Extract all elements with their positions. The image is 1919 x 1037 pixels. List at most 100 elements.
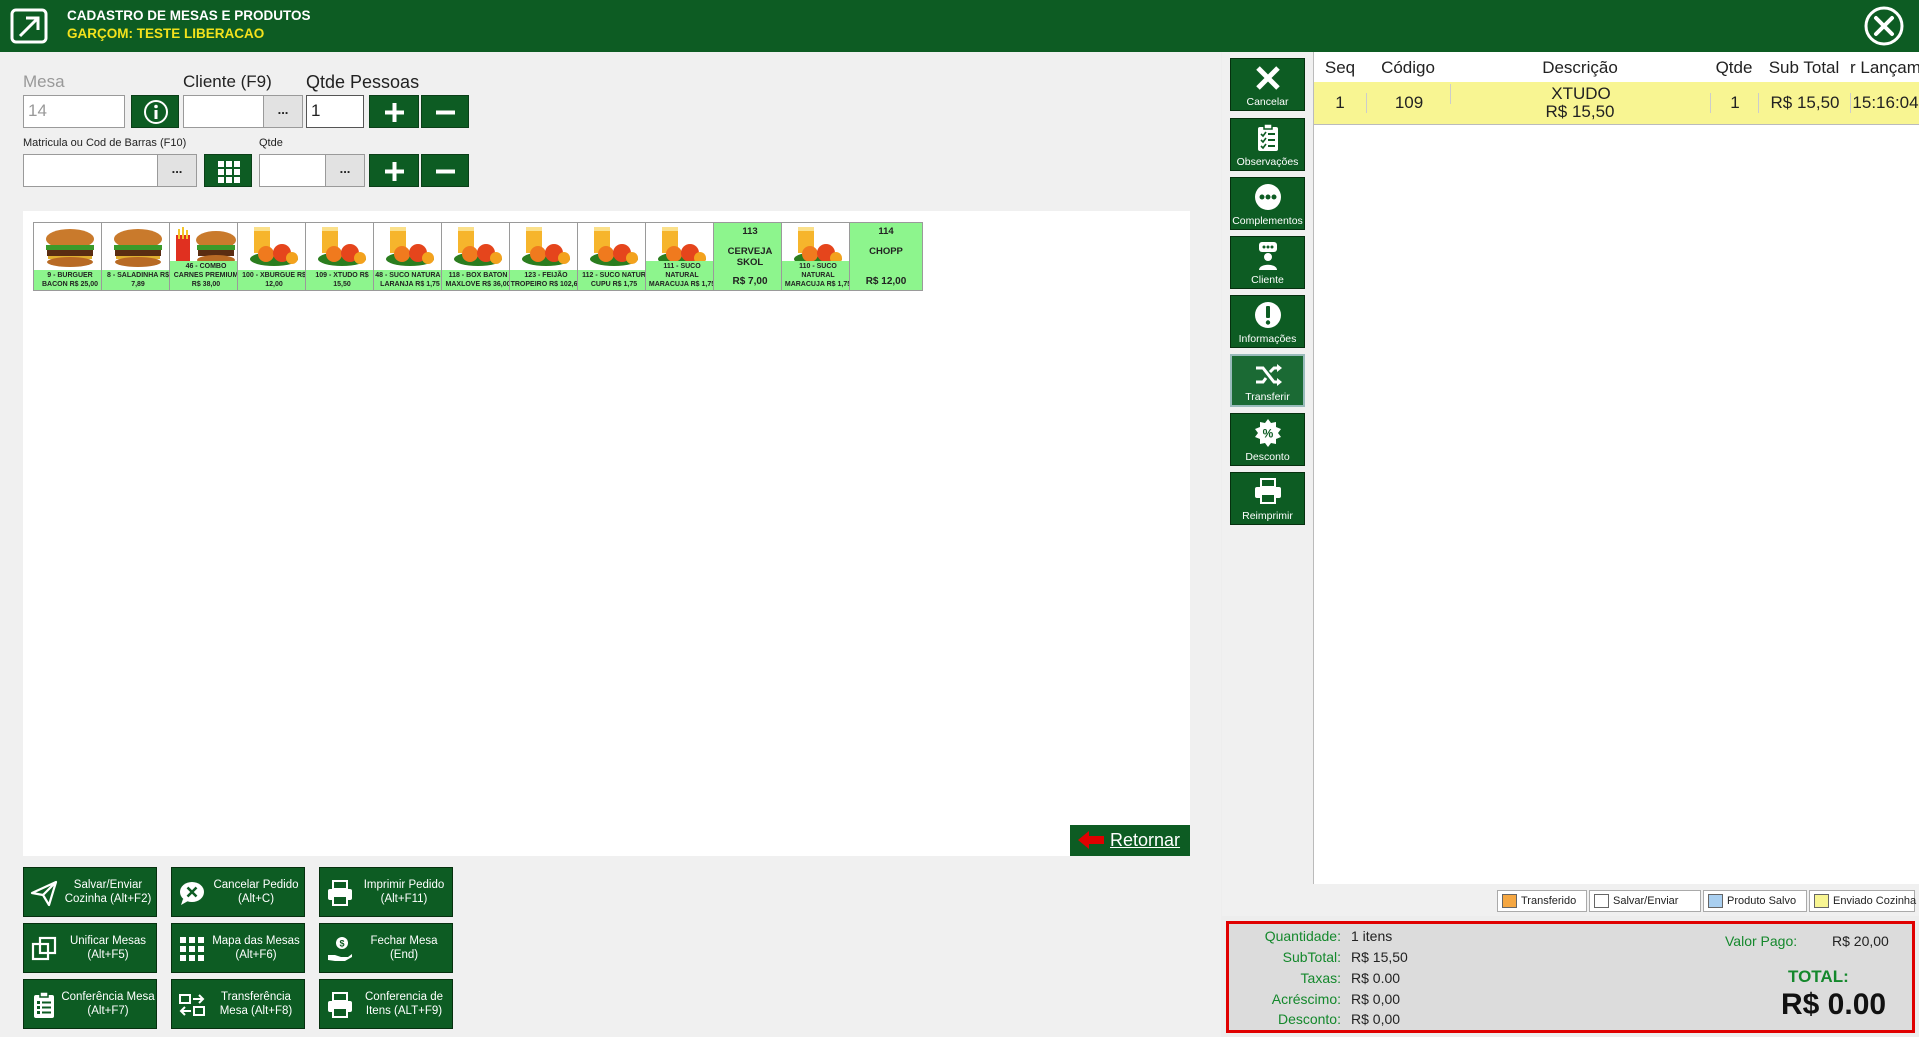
juice-fruit-image	[308, 225, 376, 269]
add-pessoa-button[interactable]	[369, 95, 419, 128]
status-legend: Transferido Salvar/Enviar Produto Salvo …	[1222, 884, 1919, 916]
quantidade-label: Quantidade:	[1264, 928, 1341, 944]
qtde-pessoas-label: Qtde Pessoas	[306, 72, 420, 92]
cancelar-pedido-button[interactable]: Cancelar Pedido (Alt+C)	[171, 867, 305, 917]
side-desconto-label: Desconto	[1245, 451, 1290, 463]
fechar-mesa-button[interactable]: $ Fechar Mesa (End)	[319, 923, 453, 973]
retornar-button[interactable]: Retornar	[1070, 825, 1190, 856]
side-reimprimir-button[interactable]: Reimprimir	[1230, 472, 1305, 525]
minus-icon	[436, 169, 455, 174]
side-observacoes-button[interactable]: Observações	[1230, 118, 1305, 171]
side-complementos-button[interactable]: Complementos	[1230, 177, 1305, 230]
checklist-icon	[1258, 123, 1278, 151]
product-tile[interactable]: 9 - BURGUER BACON R$ 25,00	[33, 222, 107, 291]
juice-fruit-image	[240, 225, 308, 269]
product-tile[interactable]: 46 - COMBO CARNES PREMIUM R$ 38,00	[169, 222, 243, 291]
salvar-enviar-button[interactable]: Salvar/Enviar Cozinha (Alt+F2)	[23, 867, 157, 917]
fechar-mesa-label: Fechar Mesa (End)	[370, 935, 438, 961]
info-icon	[144, 100, 168, 124]
product-label: 48 - SUCO NATURAL LARANJA R$ 1,75	[374, 270, 446, 290]
mapa-mesas-button[interactable]: Mapa das Mesas (Alt+F6)	[171, 923, 305, 973]
payment-hand-icon: $	[328, 937, 352, 961]
juice-fruit-image	[444, 225, 512, 269]
product-price: R$ 12,00	[865, 276, 907, 287]
product-label: 109 - XTUDO R$ 15,50	[306, 270, 378, 290]
side-informacoes-label: Informações	[1238, 333, 1297, 345]
side-cancelar-label: Cancelar	[1246, 96, 1289, 108]
grid-icon	[218, 161, 240, 183]
legend-swatch	[1708, 894, 1723, 908]
product-label: 111 - SUCO NATURAL MARACUJA R$ 1,75	[646, 261, 718, 290]
mesa-label: Mesa	[23, 72, 65, 91]
desconto-value: R$ 0,00	[1351, 1011, 1401, 1027]
svg-text:%: %	[1263, 427, 1274, 441]
product-price: R$ 7,00	[732, 276, 768, 287]
product-tile[interactable]: 112 - SUCO NATUR CUPU R$ 1,75	[577, 222, 651, 291]
unificar-mesas-button[interactable]: Unificar Mesas (Alt+F5)	[23, 923, 157, 973]
qtde-pessoas-field[interactable]: 1	[306, 95, 364, 128]
side-cliente-label: Cliente	[1251, 274, 1284, 286]
product-tile[interactable]: 123 - FEIJÃO TROPEIRO R$ 102,60	[509, 222, 583, 291]
cliente-field[interactable]: ...	[183, 95, 303, 128]
side-desconto-button[interactable]: % Desconto	[1230, 413, 1305, 466]
barcode-search-button[interactable]: ...	[157, 155, 196, 186]
minus-icon	[436, 110, 455, 115]
transfer-icon	[179, 994, 205, 1016]
table-row[interactable]: 1 109 XTUDO R$ 15,50 1 R$ 15,50 15:16:04	[1314, 82, 1919, 125]
juice-fruit-image	[376, 225, 444, 269]
order-items-grid[interactable]: Seq Código Descrição Qtde Sub Total r La…	[1313, 52, 1919, 884]
printer-icon	[328, 992, 352, 1018]
product-name: CHOPP	[869, 246, 903, 257]
printer-icon	[328, 880, 352, 906]
mesa-field[interactable]: 14	[23, 95, 125, 128]
cell-codigo: 109	[1366, 93, 1451, 113]
subtotal-value: R$ 15,50	[1351, 949, 1408, 965]
quantidade-value: 1 itens	[1351, 928, 1393, 944]
product-tile[interactable]: 111 - SUCO NATURAL MARACUJA R$ 1,75	[645, 222, 719, 291]
retornar-label: Retornar	[1110, 830, 1181, 850]
close-icon	[1256, 66, 1280, 90]
transferencia-mesa-button[interactable]: Transferência Mesa (Alt+F8)	[171, 979, 305, 1029]
cell-lancamento: 15:16:04	[1850, 93, 1919, 113]
order-summary: Quantidade: 1 itens SubTotal: R$ 15,50 T…	[1226, 921, 1915, 1033]
cell-subtotal: R$ 15,50	[1758, 93, 1851, 113]
product-tile[interactable]: 114 CHOPP R$ 12,00	[849, 222, 923, 291]
conferencia-mesa-button[interactable]: Conferência Mesa (Alt+F7)	[23, 979, 157, 1029]
product-tile[interactable]: 48 - SUCO NATURAL LARANJA R$ 1,75	[373, 222, 447, 291]
barcode-field[interactable]: ...	[23, 154, 197, 187]
col-subtotal: Sub Total	[1768, 58, 1840, 77]
product-tile[interactable]: 113 CERVEJA SKOL R$ 7,00	[713, 222, 787, 291]
product-label: 110 - SUCO NATURAL MARACUJA R$ 1,75	[782, 261, 854, 290]
send-icon	[30, 880, 58, 907]
col-qtde: Qtde	[1715, 58, 1753, 77]
product-tile[interactable]: 109 - XTUDO R$ 15,50	[305, 222, 379, 291]
add-qtde-button[interactable]	[369, 154, 419, 187]
product-tile[interactable]: 100 - XBURGUE R$ 12,00	[237, 222, 311, 291]
grid-menu-button[interactable]	[204, 154, 252, 187]
qtde-search-button[interactable]: ...	[325, 155, 364, 186]
side-cancelar-button[interactable]: Cancelar	[1230, 58, 1305, 111]
close-window-icon[interactable]	[1862, 4, 1906, 48]
app-logo-icon	[10, 8, 48, 44]
imprimir-pedido-button[interactable]: Imprimir Pedido (Alt+F11)	[319, 867, 453, 917]
product-tile[interactable]: 8 - SALADINHA R$ 7,89	[101, 222, 175, 291]
conferencia-itens-button[interactable]: Conferencia de Itens (ALT+F9)	[319, 979, 453, 1029]
side-informacoes-button[interactable]: Informações	[1230, 295, 1305, 348]
side-cliente-button[interactable]: Cliente	[1230, 236, 1305, 289]
mesa-info-button[interactable]	[131, 95, 179, 128]
cliente-search-button[interactable]: ...	[263, 96, 302, 127]
product-name: CERVEJA SKOL	[727, 246, 773, 268]
product-tile[interactable]: 118 - BOX BATON MAXLOVE R$ 36,00	[441, 222, 515, 291]
remove-pessoa-button[interactable]	[421, 95, 469, 128]
qtde-field[interactable]: ...	[259, 154, 365, 187]
side-observacoes-label: Observações	[1236, 156, 1299, 168]
clipboard-list-icon	[34, 991, 54, 1018]
conferencia-itens-label: Conferencia de Itens (ALT+F9)	[365, 991, 443, 1017]
product-tile[interactable]: 110 - SUCO NATURAL MARACUJA R$ 1,75	[781, 222, 855, 291]
cell-descricao: XTUDO	[1450, 84, 1711, 104]
remove-qtde-button[interactable]	[421, 154, 469, 187]
merge-icon	[31, 936, 57, 961]
side-transferir-button[interactable]: Transferir	[1230, 354, 1305, 407]
side-reimprimir-label: Reimprimir	[1242, 510, 1293, 522]
desconto-label: Desconto:	[1277, 1011, 1341, 1027]
